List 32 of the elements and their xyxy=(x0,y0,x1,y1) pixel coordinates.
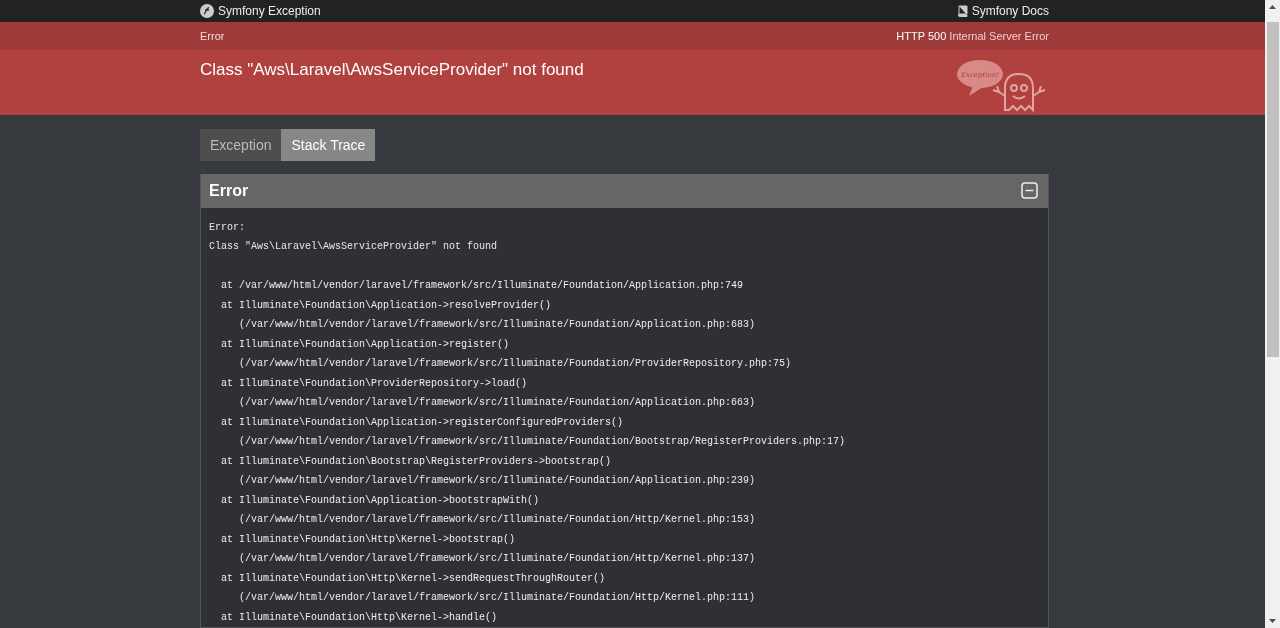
error-message: Class "Aws\Laravel\AwsServiceProvider" not found xyxy=(209,240,499,254)
trace-file-path: (/var/www/html/vendor/laravel/framework/src/Illuminate/Foundation/Http/Kernel.php:111) xyxy=(238,591,757,605)
trace-file-path: (/var/www/html/vendor/laravel/framework/src/Illuminate/Foundation/Application.php:239) xyxy=(238,474,757,488)
trace-file-path: (/var/www/html/vendor/laravel/framework/src/Illuminate/Foundation/Application.php:663) xyxy=(238,396,757,410)
trace-call: at Illuminate\Foundation\Application->register() xyxy=(220,337,511,352)
tab[interactable]: Exception xyxy=(200,128,282,161)
trace-call: at Illuminate\Foundation\Application->resolveProvider() xyxy=(220,298,553,313)
trace-call: at Illuminate\Foundation\Http\Kernel->sendRequestThroughRouter() xyxy=(220,571,607,586)
tab[interactable]: Stack Trace xyxy=(281,128,376,161)
trace-file-path: (/var/www/html/vendor/laravel/framework/src/Illuminate/Foundation/ProviderRepository.php:75) xyxy=(238,357,793,371)
collapse-button[interactable] xyxy=(1021,182,1038,199)
trace-call: at Illuminate\Foundation\Application->registerConfiguredProviders() xyxy=(220,415,625,430)
brand-title: Symfony Exception xyxy=(218,4,321,18)
panel-title: Error xyxy=(209,181,249,200)
symfony-logo-icon xyxy=(200,4,214,18)
trace-call: at Illuminate\Foundation\Http\Kernel->bootstrap() xyxy=(220,532,517,547)
trace-call: at Illuminate\Foundation\Bootstrap\RegisterProviders->bootstrap() xyxy=(220,454,613,469)
book-icon xyxy=(956,5,968,17)
trace-file-path: (/var/www/html/vendor/laravel/framework/src/Illuminate/Foundation/Bootstrap/RegisterProviders.php:17) xyxy=(238,435,847,449)
trace-file-path: (/var/www/html/vendor/laravel/framework/src/Illuminate/Foundation/Http/Kernel.php:137) xyxy=(238,552,757,566)
trace-call: at /var/www/html/vendor/laravel/framework/src/Illuminate/Foundation/Application.php:749 xyxy=(220,279,745,293)
trace-call: at Illuminate\Foundation\ProviderRepository->load() xyxy=(220,376,529,391)
status-text: HTTP 500 Internal Server Error xyxy=(896,30,1049,42)
status-label: Error xyxy=(200,30,225,42)
trace-call: at Illuminate\Foundation\Http\Kernel->handle() xyxy=(220,610,499,625)
scrollbar[interactable] xyxy=(1265,0,1280,628)
trace-call: at Illuminate\Foundation\Application->bootstrapWith() xyxy=(220,493,541,508)
docs-link[interactable]: Symfony Docs xyxy=(971,4,1049,18)
trace-file-path: (/var/www/html/vendor/laravel/framework/src/Illuminate/Foundation/Application.php:683) xyxy=(238,318,757,332)
exception-title: Class "Aws\Laravel\AwsServiceProvider" not found xyxy=(200,60,584,80)
trace-file-path: (/var/www/html/vendor/laravel/framework/src/Illuminate/Foundation/Http/Kernel.php:153) xyxy=(238,513,757,527)
error-message: Error: xyxy=(209,220,246,235)
